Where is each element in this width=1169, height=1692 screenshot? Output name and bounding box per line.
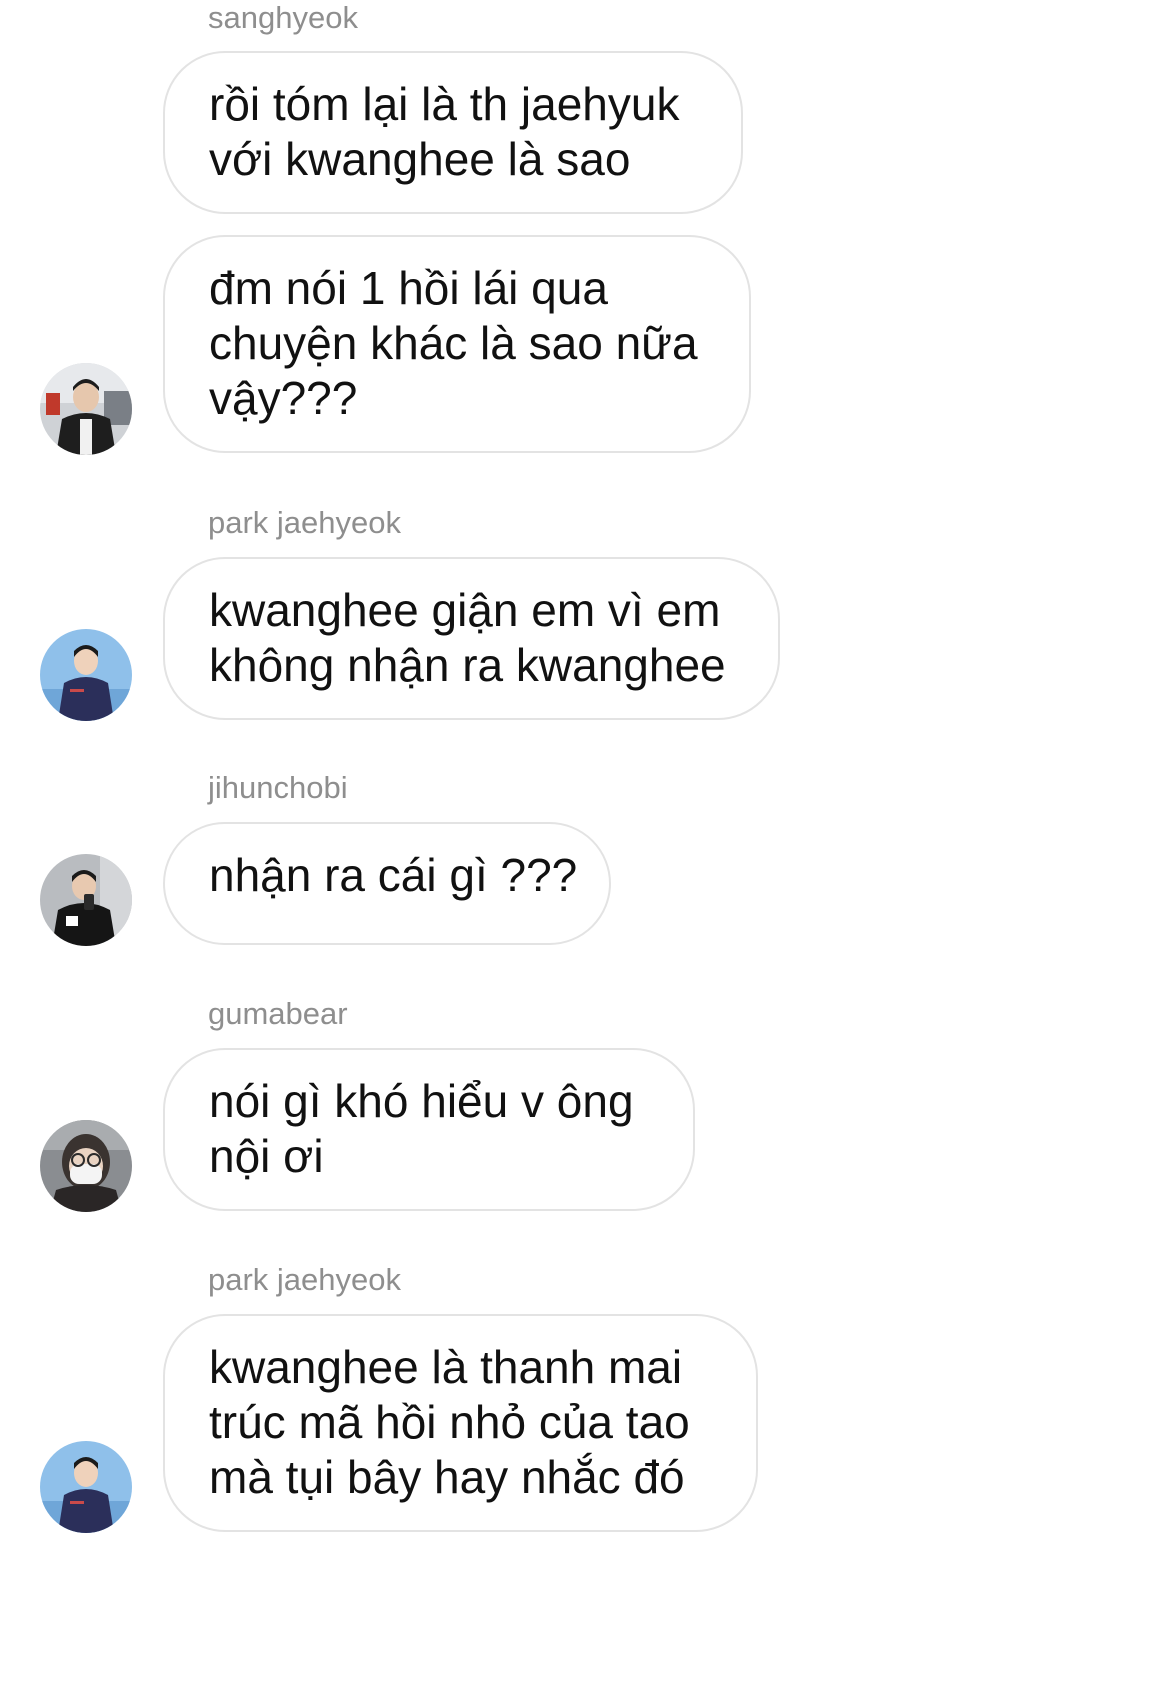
profile-photo-icon [40,363,132,455]
message-text-line: vậy??? [209,372,358,424]
message-text-line: rồi tóm lại là th jaehyuk [209,78,680,130]
message-text-line: nhận ra cái gì ??? [209,849,578,901]
sender-name: gumabear [208,996,348,1031]
message-text-line: chuyện khác là sao nữa [209,317,698,369]
message-bubble[interactable]: kwanghee giận em vì em không nhận ra kwa… [163,557,780,720]
message-bubble[interactable]: nhận ra cái gì ??? [163,822,611,945]
sender-name: park jaehyeok [208,505,402,540]
message-text-line: trúc mã hồi nhỏ của tao [209,1396,690,1448]
profile-photo-icon [40,854,132,946]
message-text-line: kwanghee giận em vì em [209,584,721,636]
message-text-line: với kwanghee là sao [209,133,631,185]
avatar[interactable] [40,854,132,946]
avatar[interactable] [40,1441,132,1533]
message-text-line: nói gì khó hiểu v ông [209,1075,634,1127]
message-text-line: không nhận ra kwanghee [209,639,726,691]
message-bubble[interactable]: đm nói 1 hồi lái qua chuyện khác là sao … [163,235,751,453]
avatar[interactable] [40,1120,132,1212]
message-text-line: kwanghee là thanh mai [209,1341,683,1393]
message-bubble[interactable]: kwanghee là thanh mai trúc mã hồi nhỏ củ… [163,1314,758,1532]
sender-name: sanghyeok [208,0,358,35]
sender-name: jihunchobi [208,770,348,805]
avatar[interactable] [40,629,132,721]
profile-photo-icon [40,1120,132,1212]
message-bubble[interactable]: nói gì khó hiểu v ông nội ơi [163,1048,695,1211]
message-text-line: mà tụi bây hay nhắc đó [209,1451,685,1503]
profile-photo-icon [40,1441,132,1533]
message-text-line: nội ơi [209,1130,324,1182]
message-bubble[interactable]: rồi tóm lại là th jaehyuk với kwanghee l… [163,51,743,214]
sender-name: park jaehyeok [208,1262,402,1297]
profile-photo-icon [40,629,132,721]
message-text-line: đm nói 1 hồi lái qua [209,262,608,314]
avatar[interactable] [40,363,132,455]
